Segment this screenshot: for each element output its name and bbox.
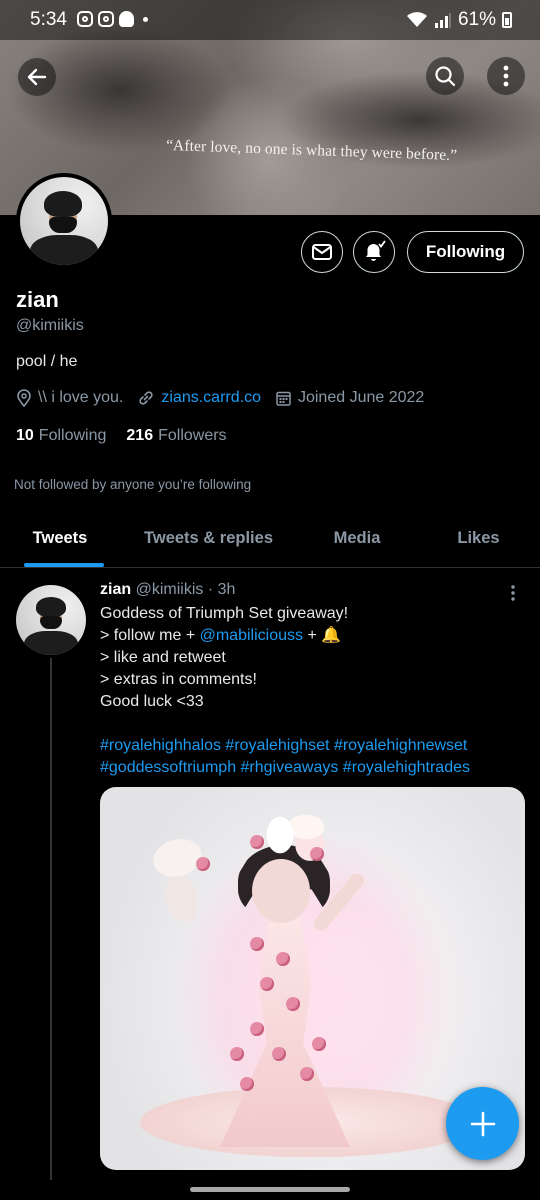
joined-text: Joined June 2022 <box>297 389 425 406</box>
followers-label: Followers <box>158 427 227 444</box>
profile-handle: @kimiikis <box>16 317 84 334</box>
more-notifications-dot-icon <box>143 16 148 22</box>
more-options-button[interactable] <box>487 57 525 95</box>
following-label: Following <box>38 427 107 444</box>
joined-item: Joined June 2022 <box>275 389 424 407</box>
tab-likes[interactable]: Likes <box>417 510 540 567</box>
tweet-text: Goddess of Triumph Set giveaway! > follo… <box>100 603 520 713</box>
instagram-icon-2 <box>98 11 114 27</box>
instagram-icon <box>77 11 93 27</box>
hashtags-line[interactable]: #goddessoftriumph #rhgiveaways #royalehi… <box>100 757 470 779</box>
website-link[interactable]: zians.carrd.co <box>161 389 261 407</box>
profile-bio: pool / he <box>16 353 78 370</box>
hashtags-line[interactable]: #royalehighhalos #royalehighset #royaleh… <box>100 735 470 757</box>
bell-check-icon <box>366 240 386 261</box>
thread-line <box>50 658 52 1180</box>
link-icon <box>139 391 153 405</box>
tweet-avatar[interactable] <box>16 585 86 655</box>
location-icon <box>17 389 31 407</box>
tab-media[interactable]: Media <box>297 510 417 567</box>
tweet-line: > extras in comments! <box>100 671 257 688</box>
compose-tweet-button[interactable] <box>446 1087 519 1160</box>
search-button[interactable] <box>426 57 464 95</box>
tweet-line: > like and retweet <box>100 649 226 666</box>
website-item[interactable]: zians.carrd.co <box>137 389 261 407</box>
snapchat-icon <box>119 11 134 27</box>
not-followed-note: Not followed by anyone you’re following <box>14 477 252 492</box>
tweet-line: > follow me + @mabiliciouss + 🔔 <box>100 627 342 644</box>
tweet-time: · 3h <box>207 581 236 598</box>
more-vertical-icon <box>503 65 509 87</box>
search-icon <box>435 66 456 87</box>
tweet-line: Goddess of Triumph Set giveaway! <box>100 605 349 622</box>
follow-counts: 10 Following 216 Followers <box>16 427 227 445</box>
status-time: 5:34 <box>30 9 67 30</box>
profile-tabs: Tweets Tweets & replies Media Likes <box>0 510 540 568</box>
message-button[interactable] <box>301 231 343 273</box>
tweet-author-handle[interactable]: @kimiikis <box>136 581 204 598</box>
mention-link[interactable]: @mabiliciouss <box>200 627 303 644</box>
battery-icon <box>502 12 512 28</box>
following-count: 10 <box>16 427 34 444</box>
followers-count-link[interactable]: 216 Followers <box>126 427 226 445</box>
location-item: \\ i love you. <box>16 389 123 407</box>
profile-avatar[interactable] <box>16 173 112 269</box>
profile-name: zian <box>16 287 59 312</box>
signal-icon <box>434 13 451 28</box>
status-right: 61% <box>406 9 512 31</box>
status-bar: 5:34 61% <box>0 0 540 40</box>
back-button[interactable] <box>18 58 56 96</box>
profile-meta: \\ i love you. zians.carrd.co Joined Jun… <box>16 389 438 407</box>
back-arrow-icon <box>27 68 47 86</box>
location-text: \\ i love you. <box>38 389 124 406</box>
following-count-link[interactable]: 10 Following <box>16 427 106 445</box>
notifications-button[interactable] <box>353 231 395 273</box>
notification-icons <box>77 11 148 27</box>
following-button[interactable]: Following <box>407 231 524 273</box>
followers-count: 216 <box>126 427 154 444</box>
tweet-author-name[interactable]: zian <box>100 581 131 598</box>
compose-plus-icon <box>470 1111 495 1136</box>
tab-tweets[interactable]: Tweets <box>0 510 120 567</box>
more-vertical-icon <box>511 585 515 601</box>
home-indicator[interactable] <box>190 1187 350 1192</box>
wifi-icon <box>406 12 427 27</box>
tab-tweets-replies[interactable]: Tweets & replies <box>120 510 297 567</box>
tweet-hashtags[interactable]: #royalehighhalos #royalehighset #royaleh… <box>100 735 470 779</box>
banner-quote: “After love, no one is what they were be… <box>165 136 458 165</box>
tweet-line: Good luck <33 <box>100 693 204 710</box>
tweet-header: zian @kimiikis · 3h <box>100 581 235 599</box>
battery-percent: 61% <box>457 9 496 30</box>
mail-icon <box>312 244 332 260</box>
calendar-icon <box>276 391 291 406</box>
